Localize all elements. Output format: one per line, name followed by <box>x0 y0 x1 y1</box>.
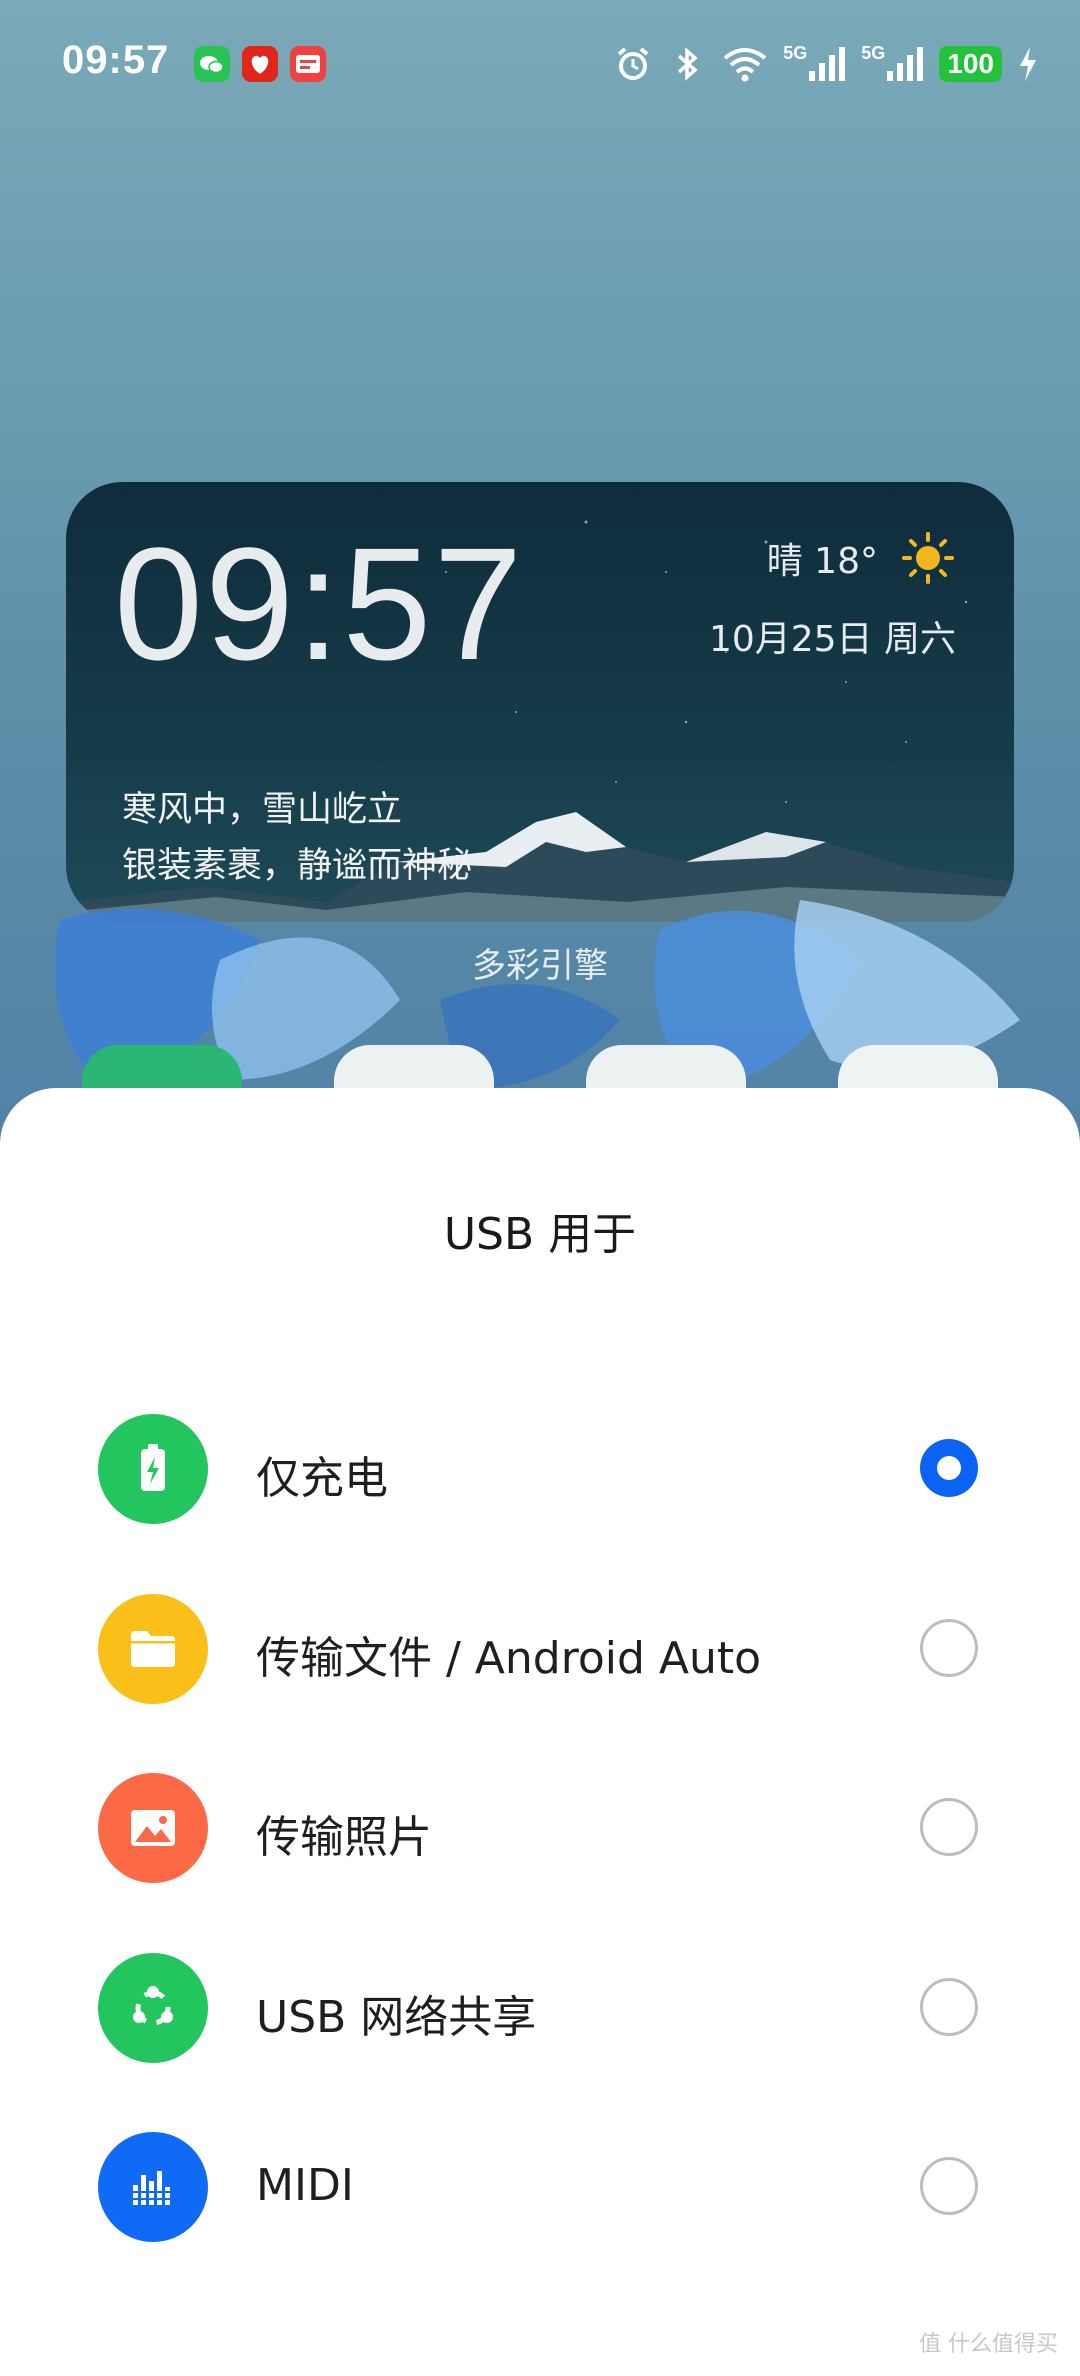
bluetooth-icon <box>678 47 698 81</box>
option-label: 传输照片 <box>256 1812 432 1863</box>
sheet-title: USB 用于 <box>443 1209 637 1260</box>
option-usb-tethering[interactable]: USB 网络共享 <box>0 1933 1080 2083</box>
radio-unselected[interactable] <box>920 2157 978 2215</box>
status-time: 09:57 <box>62 38 170 82</box>
watermark: 值 什么值得买 <box>919 2332 1058 2357</box>
battery-charging-icon <box>98 1414 208 1524</box>
option-label: 传输文件 / Android Auto <box>256 1633 762 1684</box>
wallpaper-label[interactable]: 多彩引擎 <box>0 938 1080 987</box>
usb-mode-sheet: USB 用于 仅充电 传输文件 / Android Auto 传输照片 USB … <box>0 1088 1080 2376</box>
radio-unselected[interactable] <box>920 1798 978 1856</box>
equalizer-icon <box>98 2132 208 2242</box>
signal-icon: 5G <box>861 43 925 85</box>
status-icons: 5G 5G 100 <box>613 40 1040 88</box>
radio-selected[interactable] <box>920 1439 978 1497</box>
option-label: USB 网络共享 <box>256 1992 537 2043</box>
widget-caption: 寒风中，雪山屹立 银装素裹，静谧而神秘 <box>122 782 472 894</box>
option-charge-only[interactable]: 仅充电 <box>0 1394 1080 1544</box>
weather-info: 晴 18° <box>767 530 956 586</box>
widget-date: 10月25日 周六 <box>708 619 956 660</box>
radio-unselected[interactable] <box>920 1619 978 1677</box>
radio-unselected[interactable] <box>920 1978 978 2036</box>
wechat-icon <box>194 46 230 82</box>
option-label: MIDI <box>256 2160 354 2211</box>
option-photo-transfer[interactable]: 传输照片 <box>0 1753 1080 1903</box>
clock-weather-widget[interactable]: 09:57 晴 18° 10月25日 周六 寒风中，雪山屹立 银装素裹，静谧而神… <box>66 482 1014 922</box>
status-bar: 09:57 5G 5G 100 <box>0 0 1080 130</box>
caption-line-1: 寒风中，雪山屹立 <box>122 790 403 830</box>
wifi-icon <box>724 48 767 82</box>
sun-icon <box>902 532 954 584</box>
charging-icon <box>1020 47 1036 81</box>
toutiao-icon <box>290 46 326 82</box>
jd-icon <box>242 46 278 82</box>
option-label: 仅充电 <box>256 1453 388 1504</box>
signal-icon: 5G <box>783 43 847 85</box>
folder-icon <box>98 1594 208 1704</box>
weather-text: 晴 18° <box>766 541 878 582</box>
option-midi[interactable]: MIDI <box>0 2112 1080 2262</box>
battery-indicator: 100 <box>939 46 1002 82</box>
photo-icon <box>98 1773 208 1883</box>
alarm-icon <box>618 47 649 80</box>
share-network-icon <box>98 1953 208 2063</box>
widget-time: 09:57 <box>114 514 525 693</box>
option-file-transfer[interactable]: 传输文件 / Android Auto <box>0 1574 1080 1724</box>
